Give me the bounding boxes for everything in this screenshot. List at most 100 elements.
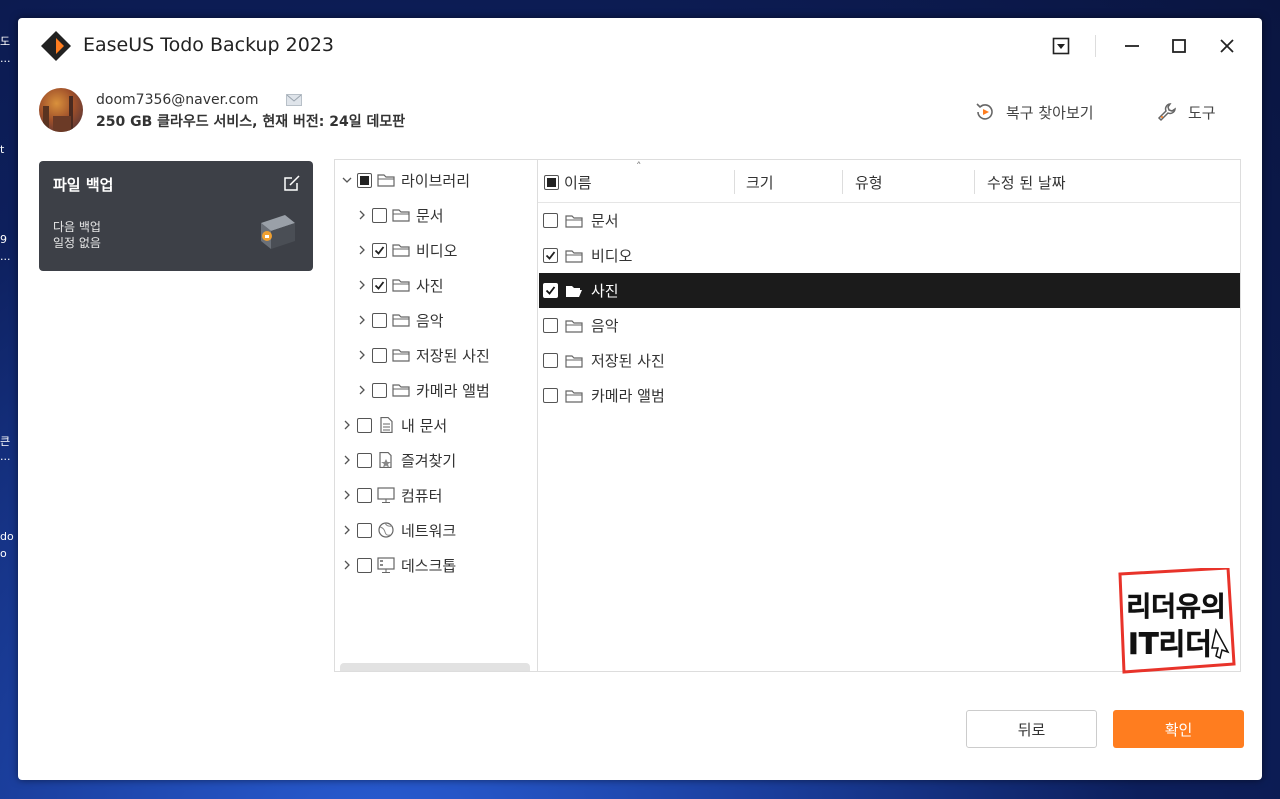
- file-backup-task-card[interactable]: 파일 백업 다음 백업 일정 없음: [39, 161, 313, 271]
- tree-item[interactable]: 데스크톱: [339, 553, 456, 577]
- tree-checkbox[interactable]: [372, 207, 387, 223]
- folder-tree: 라이브러리문서비디오사진음악저장된 사진카메라 앨범내 문서즐겨찾기컴퓨터네트워…: [335, 160, 538, 671]
- column-type[interactable]: 유형: [855, 170, 883, 194]
- list-row[interactable]: 문서: [539, 203, 1240, 238]
- svg-text:리더유의: 리더유의: [1126, 592, 1225, 623]
- desktop-icon-strip: 도... t 9... 큰... do o: [0, 0, 18, 799]
- column-size-label: 크기: [746, 173, 774, 192]
- column-divider[interactable]: [734, 170, 735, 194]
- row-checkbox[interactable]: [543, 248, 558, 263]
- desktop-icon-label[interactable]: do: [0, 530, 18, 543]
- desktop-icon-label[interactable]: 도: [0, 33, 18, 49]
- tree-item-label: 비디오: [416, 241, 458, 260]
- title-separator: [1095, 35, 1096, 57]
- avatar[interactable]: [39, 88, 83, 132]
- tree-item[interactable]: 컴퓨터: [339, 483, 442, 507]
- tree-checkbox[interactable]: [372, 242, 387, 258]
- maximize-icon[interactable]: [1165, 32, 1193, 60]
- tree-item[interactable]: 내 문서: [339, 413, 447, 437]
- desktop-icon-label[interactable]: 9: [0, 233, 18, 246]
- column-divider[interactable]: [842, 170, 843, 194]
- wrench-icon: [1157, 103, 1176, 122]
- account-plan: 250 GB 클라우드 서비스, 현재 버전: 24일 데모판: [96, 114, 406, 130]
- tree-item[interactable]: 카메라 앨범: [354, 378, 490, 402]
- column-size[interactable]: 크기: [746, 170, 774, 194]
- back-button[interactable]: 뒤로: [966, 710, 1097, 748]
- horizontal-scrollbar[interactable]: [340, 663, 530, 671]
- tree-checkbox[interactable]: [372, 347, 387, 363]
- tree-item[interactable]: 라이브러리: [339, 168, 470, 192]
- schedule-value: 일정 없음: [53, 236, 101, 250]
- mail-icon[interactable]: [286, 94, 302, 106]
- chevron-right-icon[interactable]: [354, 207, 370, 223]
- recovery-browse-button[interactable]: 복구 찾아보기: [974, 100, 1094, 124]
- row-checkbox[interactable]: [543, 283, 558, 298]
- tree-item[interactable]: 비디오: [354, 238, 457, 262]
- column-divider[interactable]: [974, 170, 975, 194]
- folder-icon: [565, 388, 591, 404]
- row-checkbox[interactable]: [543, 213, 558, 228]
- task-title: 파일 백업: [53, 176, 114, 194]
- tree-checkbox[interactable]: [357, 417, 372, 433]
- chevron-right-icon[interactable]: [339, 522, 355, 538]
- chevron-right-icon[interactable]: [354, 242, 370, 258]
- chevron-right-icon[interactable]: [339, 557, 355, 573]
- desktop-icon-label[interactable]: ...: [0, 52, 18, 65]
- next-backup-label: 다음 백업: [53, 220, 101, 234]
- tree-checkbox[interactable]: [357, 452, 372, 468]
- tree-checkbox[interactable]: [357, 557, 372, 573]
- folder-icon: [377, 172, 401, 188]
- row-checkbox[interactable]: [543, 353, 558, 368]
- tools-button[interactable]: 도구: [1156, 100, 1216, 124]
- tree-item[interactable]: 사진: [354, 273, 444, 297]
- tree-checkbox[interactable]: [357, 522, 372, 538]
- folder-icon: [565, 318, 591, 334]
- tree-item-label: 데스크톱: [401, 556, 457, 575]
- tree-item[interactable]: 저장된 사진: [354, 343, 490, 367]
- tree-checkbox[interactable]: [357, 487, 372, 503]
- tree-item[interactable]: 네트워크: [339, 518, 456, 542]
- desktop-icon-label[interactable]: 큰: [0, 433, 18, 449]
- chevron-right-icon[interactable]: [354, 312, 370, 328]
- recovery-browse-label: 복구 찾아보기: [1006, 103, 1094, 122]
- tree-item[interactable]: 문서: [354, 203, 444, 227]
- desktop-icon-label[interactable]: o: [0, 547, 18, 560]
- tree-item-label: 즐겨찾기: [401, 451, 457, 470]
- minimize-icon[interactable]: [1118, 32, 1146, 60]
- row-checkbox[interactable]: [543, 318, 558, 333]
- tree-checkbox[interactable]: [372, 312, 387, 328]
- row-name: 카메라 앨범: [591, 387, 665, 405]
- column-modified[interactable]: 수정 된 날짜: [987, 170, 1066, 194]
- chevron-right-icon[interactable]: [354, 277, 370, 293]
- list-row[interactable]: 카메라 앨범: [539, 378, 1240, 413]
- edit-icon[interactable]: [283, 174, 301, 192]
- chevron-down-icon[interactable]: [339, 172, 355, 188]
- desktop-icon-label[interactable]: t: [0, 143, 18, 156]
- ok-button[interactable]: 확인: [1113, 710, 1244, 748]
- select-all-checkbox[interactable]: [544, 174, 559, 190]
- network-icon: [377, 522, 401, 538]
- chevron-right-icon[interactable]: [354, 382, 370, 398]
- list-row[interactable]: 사진: [539, 273, 1240, 308]
- folder-icon: [392, 242, 416, 258]
- row-checkbox[interactable]: [543, 388, 558, 403]
- column-name[interactable]: 이름: [544, 170, 592, 194]
- chevron-right-icon[interactable]: [339, 417, 355, 433]
- desktop-icon-label[interactable]: ...: [0, 450, 18, 463]
- tree-item[interactable]: 음악: [354, 308, 444, 332]
- chevron-right-icon[interactable]: [354, 347, 370, 363]
- tree-checkbox[interactable]: [372, 277, 387, 293]
- list-row[interactable]: 비디오: [539, 238, 1240, 273]
- watermark-logo: 리더유의 IT리더: [1118, 568, 1236, 674]
- tree-checkbox[interactable]: [372, 382, 387, 398]
- tree-item[interactable]: 즐겨찾기: [339, 448, 456, 472]
- chevron-right-icon[interactable]: [339, 487, 355, 503]
- chevron-right-icon[interactable]: [339, 452, 355, 468]
- tree-checkbox[interactable]: [357, 172, 372, 188]
- dropdown-icon[interactable]: [1047, 32, 1075, 60]
- desktop-icon-label[interactable]: ...: [0, 250, 18, 263]
- list-row[interactable]: 음악: [539, 308, 1240, 343]
- tree-item-label: 문서: [416, 206, 444, 225]
- list-row[interactable]: 저장된 사진: [539, 343, 1240, 378]
- close-icon[interactable]: [1213, 32, 1241, 60]
